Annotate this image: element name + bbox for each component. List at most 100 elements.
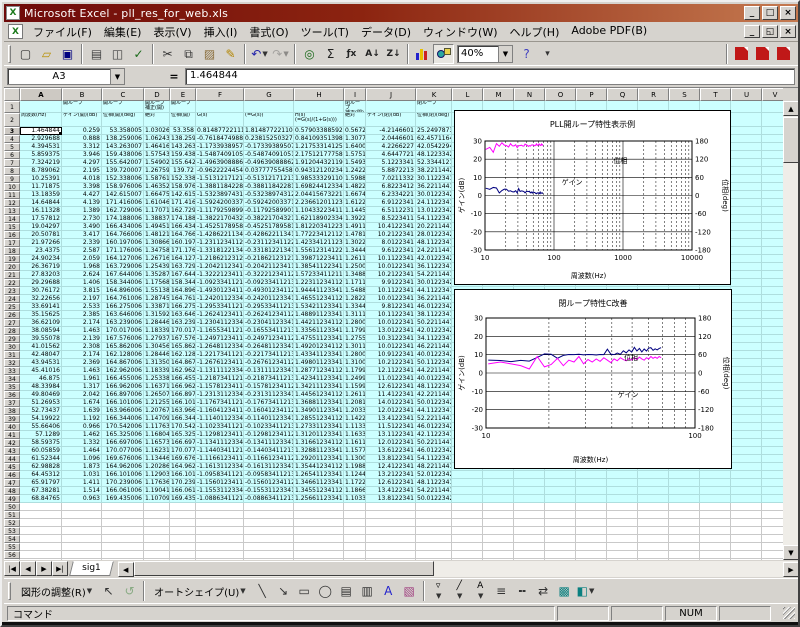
cell-K31[interactable]: 40.0122342 <box>416 351 452 359</box>
cell-G25[interactable]: -0.2953341121342 <box>244 303 294 311</box>
cell-K14[interactable]: 54.1122341 <box>416 215 452 223</box>
cell-S46[interactable] <box>669 471 700 479</box>
cell-F13[interactable]: -1.1179259899 <box>196 207 244 215</box>
cell-G48[interactable]: -0.1553112334121 <box>244 487 294 495</box>
cell-F45[interactable]: -1.1613112334 <box>196 463 244 471</box>
cell-L54[interactable] <box>452 535 483 543</box>
dropdown-caret-icon[interactable]: ▼ <box>436 592 441 600</box>
row-header-30[interactable]: 30 <box>4 343 20 351</box>
cell-A47[interactable]: 65.91797 <box>20 479 62 487</box>
cell-A10[interactable]: 11.71875 <box>20 183 62 191</box>
cell-G29[interactable]: -0.2497123411234 <box>244 335 294 343</box>
cell-K35[interactable]: 48.1122341 <box>416 383 452 391</box>
cell-A12[interactable]: 14.64844 <box>20 199 62 207</box>
cell-F34[interactable]: -1.2187341121 <box>196 375 244 383</box>
cell-K17[interactable]: 48.1122341 <box>416 239 452 247</box>
cell-I47[interactable]: 1.172238 <box>344 479 366 487</box>
row-header-37[interactable]: 37 <box>4 399 20 407</box>
cell-M46[interactable] <box>483 471 514 479</box>
cell-L49[interactable] <box>452 495 483 503</box>
cell-D38[interactable]: 1.207673 <box>144 407 170 415</box>
cell-M52[interactable] <box>483 519 514 527</box>
cell-I20[interactable]: 1.250014 <box>344 263 366 271</box>
cell-H34[interactable]: 1.4234112334112 <box>294 375 344 383</box>
cell-T47[interactable] <box>700 479 731 487</box>
cell-D24[interactable]: 1.287452 <box>144 295 170 303</box>
cell-F31[interactable]: -1.2217341121 <box>196 351 244 359</box>
cell-J34[interactable]: 11.0122341 <box>366 375 416 383</box>
cell-P51[interactable] <box>576 511 607 519</box>
cell-H11[interactable]: 2.0441567322131 <box>294 191 344 199</box>
cell-A19[interactable]: 24.90234 <box>20 255 62 263</box>
cell-G49[interactable]: -0.0886341121342 <box>244 495 294 503</box>
cell-U15[interactable] <box>731 223 762 231</box>
cell-L53[interactable] <box>452 527 483 535</box>
row-header-55[interactable]: 55 <box>4 543 20 551</box>
cell-G37[interactable]: -0.1767341121342 <box>244 399 294 407</box>
cell-J15[interactable]: 10.4122341 <box>366 223 416 231</box>
cell-B3[interactable]: 0.259 <box>62 127 102 135</box>
cell-H3[interactable]: 0.5790338859244435 <box>294 127 344 135</box>
cell-K1[interactable]: 閉ループ <box>416 101 452 113</box>
cell-I31[interactable]: 1.280014 <box>344 351 366 359</box>
cell-H55[interactable] <box>294 543 344 551</box>
cell-C55[interactable] <box>102 543 144 551</box>
column-header-P[interactable]: P <box>576 88 607 101</box>
cell-I9[interactable]: 1.598812 <box>344 175 366 183</box>
cell-B37[interactable]: 1.674 <box>62 399 102 407</box>
cell-O52[interactable] <box>545 519 576 527</box>
cell-D21[interactable]: 1.352876 <box>144 271 170 279</box>
cell-H30[interactable]: 1.4920123411223 <box>294 343 344 351</box>
cell-I21[interactable]: 1.348898 <box>344 271 366 279</box>
more-buttons-chevron[interactable]: ▾ <box>537 44 558 64</box>
cell-G26[interactable]: -0.2624123411234 <box>244 311 294 319</box>
cell-A55[interactable] <box>20 543 62 551</box>
cell-M51[interactable] <box>483 511 514 519</box>
cell-F32[interactable]: -1.2676123411 <box>196 359 244 367</box>
cell-B15[interactable]: 3.490 <box>62 223 102 231</box>
cell-U13[interactable] <box>731 207 762 215</box>
line-button[interactable]: ╲ <box>252 581 273 601</box>
cell-H4[interactable]: 0.8410935139811721 <box>294 135 344 143</box>
row-header-40[interactable]: 40 <box>4 423 20 431</box>
cell-J43[interactable]: 13.6122341 <box>366 447 416 455</box>
autoshapes-button[interactable]: オートシェイプ(U)▼ <box>148 581 252 601</box>
cell-J3[interactable]: -4.2146601 <box>366 127 416 135</box>
cell-F14[interactable]: -1.3822170432 <box>196 215 244 223</box>
cell-D50[interactable] <box>144 503 170 511</box>
cell-D32[interactable]: 1.313505 <box>144 359 170 367</box>
cell-D31[interactable]: 1.284461 <box>144 351 170 359</box>
column-header-A[interactable]: A <box>20 88 62 101</box>
cell-U19[interactable] <box>731 255 762 263</box>
cell-J16[interactable]: 10.2122341 <box>366 231 416 239</box>
cell-A40[interactable]: 55.66406 <box>20 423 62 431</box>
cell-E48[interactable]: 166.061 <box>170 487 196 495</box>
cell-J33[interactable]: 12.1122341 <box>366 367 416 375</box>
text-box-button[interactable]: ▤ <box>336 581 357 601</box>
cell-C39[interactable]: 166.344006 <box>102 415 144 423</box>
cell-U1[interactable] <box>731 101 762 113</box>
cell-I33[interactable]: 1.179958 <box>344 367 366 375</box>
cell-I15[interactable]: 1.491120 <box>344 223 366 231</box>
cell-H23[interactable]: 1.9444112334112 <box>294 287 344 295</box>
cell-G1[interactable] <box>244 101 294 113</box>
cell-K28[interactable]: 42.0122342 <box>416 327 452 335</box>
column-header-H[interactable]: H <box>294 88 344 101</box>
free-rotate-button[interactable]: ↺ <box>119 581 140 601</box>
cell-F2[interactable]: G(s) <box>196 113 244 127</box>
cell-K39[interactable]: 52.2211441 <box>416 415 452 423</box>
cell-B16[interactable]: 3.417 <box>62 231 102 239</box>
cell-E15[interactable]: 166.434 <box>170 223 196 231</box>
cell-N54[interactable] <box>514 535 545 543</box>
cell-K50[interactable] <box>416 503 452 511</box>
cell-R49[interactable] <box>638 495 669 503</box>
cell-C25[interactable]: 166.275006 <box>102 303 144 311</box>
cell-C12[interactable]: 171.416006 <box>102 199 144 207</box>
cell-B50[interactable] <box>62 503 102 511</box>
cell-H20[interactable]: 1.3854112234112 <box>294 263 344 271</box>
cell-A13[interactable]: 16.11328 <box>20 207 62 215</box>
cell-G18[interactable]: -0.3318122134112 <box>244 247 294 255</box>
row-header-11[interactable]: 11 <box>4 191 20 199</box>
cell-U47[interactable] <box>731 479 762 487</box>
cell-G17[interactable]: -0.2311234112213 <box>244 239 294 247</box>
